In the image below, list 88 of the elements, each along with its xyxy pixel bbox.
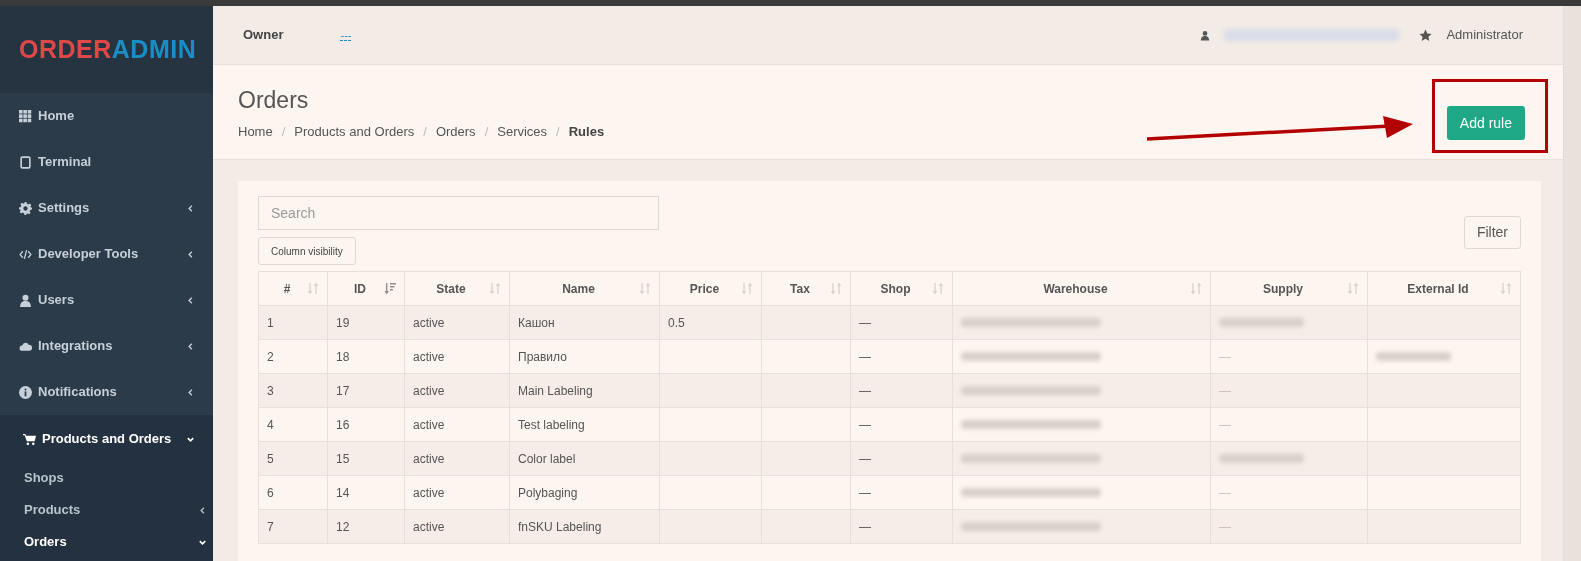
- table-cell: Color label: [509, 441, 660, 476]
- table-cell: —: [850, 339, 953, 374]
- table-cell: 2: [258, 339, 328, 374]
- table-cell: active: [404, 441, 510, 476]
- table-cell: 6: [258, 475, 328, 510]
- column-header[interactable]: Shop: [850, 271, 953, 306]
- table-cell: 5: [258, 441, 328, 476]
- column-header[interactable]: State: [404, 271, 510, 306]
- table-cell: —: [1219, 349, 1231, 364]
- sidebar-item[interactable]: Products and Orders: [0, 416, 213, 462]
- code-icon: [19, 247, 32, 261]
- breadcrumb: Rules: [568, 123, 605, 141]
- table-cell: Polybaging: [509, 475, 660, 510]
- column-header[interactable]: Name: [509, 271, 660, 306]
- column-header[interactable]: External Id: [1367, 271, 1521, 306]
- table-cell: —: [850, 475, 953, 510]
- table-cell: 0.5: [659, 305, 762, 340]
- table-cell: active: [404, 305, 510, 340]
- breadcrumb[interactable]: Home: [238, 122, 273, 142]
- sidebar-item[interactable]: Notifications: [0, 369, 213, 415]
- submenu-item[interactable]: Products: [0, 494, 213, 526]
- table-cell: Test labeling: [509, 407, 660, 442]
- sidebar-item[interactable]: Settings: [0, 185, 213, 231]
- table-cell: 14: [327, 475, 405, 510]
- breadcrumb-separator: /: [281, 123, 286, 141]
- table-cell: —: [1219, 485, 1231, 500]
- logo: ORDERADMIN: [0, 6, 213, 93]
- role-label: Administrator: [1446, 26, 1523, 45]
- table-cell: 1: [258, 305, 328, 340]
- table-cell: 7: [258, 509, 328, 544]
- breadcrumb[interactable]: Products and Orders: [294, 122, 415, 142]
- table-cell: —: [1219, 417, 1231, 432]
- table-cell: 12: [327, 509, 405, 544]
- table-cell: 17: [327, 373, 405, 408]
- column-header[interactable]: Supply: [1210, 271, 1368, 306]
- breadcrumb-separator: /: [556, 123, 560, 141]
- star-icon: [1419, 28, 1433, 42]
- sidebar-item[interactable]: Terminal: [0, 139, 213, 185]
- breadcrumb[interactable]: Services: [497, 122, 548, 142]
- table-cell: active: [404, 509, 510, 544]
- scrollbar[interactable]: [1563, 6, 1581, 561]
- column-header[interactable]: #: [258, 271, 328, 306]
- table-cell: —: [850, 441, 953, 476]
- breadcrumb-separator: /: [484, 123, 489, 141]
- grid-icon: [19, 109, 32, 123]
- submenu-item[interactable]: Shops: [0, 462, 213, 494]
- owner-label: Owner: [243, 26, 284, 45]
- table-cell: 15: [327, 441, 405, 476]
- sidebar-item[interactable]: Integrations: [0, 323, 213, 369]
- table-cell: 3: [258, 373, 328, 408]
- sidebar-item[interactable]: Users: [0, 277, 213, 323]
- column-header[interactable]: Warehouse: [952, 271, 1211, 306]
- breadcrumb[interactable]: Orders: [435, 122, 476, 142]
- filter-button[interactable]: Filter: [1463, 216, 1521, 249]
- table-cell: —: [1219, 383, 1231, 398]
- page-title: Orders: [238, 86, 310, 114]
- search-field[interactable]: Search: [258, 196, 659, 230]
- table-cell: Main Labeling: [509, 373, 660, 408]
- table-cell: active: [404, 475, 510, 510]
- table-cell: Правило: [509, 339, 660, 374]
- column-visibility-button[interactable]: Column visibility: [258, 237, 356, 265]
- cart-icon: [23, 432, 36, 446]
- table-cell: —: [850, 373, 953, 408]
- user-icon: [1200, 29, 1211, 41]
- tablet-icon: [19, 155, 32, 169]
- sidebar-item[interactable]: Home: [0, 93, 213, 139]
- user-icon: [19, 293, 32, 307]
- column-header[interactable]: ID: [327, 271, 405, 306]
- info-icon: [19, 385, 32, 399]
- table-cell: —: [1219, 519, 1231, 534]
- table-cell: active: [404, 407, 510, 442]
- column-header[interactable]: Tax: [761, 271, 851, 306]
- gear-icon: [19, 201, 32, 215]
- table-cell: active: [404, 339, 510, 374]
- table-cell: 18: [327, 339, 405, 374]
- table-cell: —: [850, 305, 953, 340]
- table-cell: —: [850, 407, 953, 442]
- table-cell: 16: [327, 407, 405, 442]
- table-cell: active: [404, 373, 510, 408]
- table-cell: —: [850, 509, 953, 544]
- column-header[interactable]: Price: [659, 271, 762, 306]
- sidebar-item[interactable]: Developer Tools: [0, 231, 213, 277]
- submenu-item[interactable]: Orders: [0, 526, 213, 558]
- table-cell: fnSKU Labeling: [509, 509, 660, 544]
- breadcrumb-separator: /: [423, 123, 427, 141]
- table-cell: 4: [258, 407, 328, 442]
- table-cell: Кашон: [509, 305, 660, 340]
- table-cell: 19: [327, 305, 405, 340]
